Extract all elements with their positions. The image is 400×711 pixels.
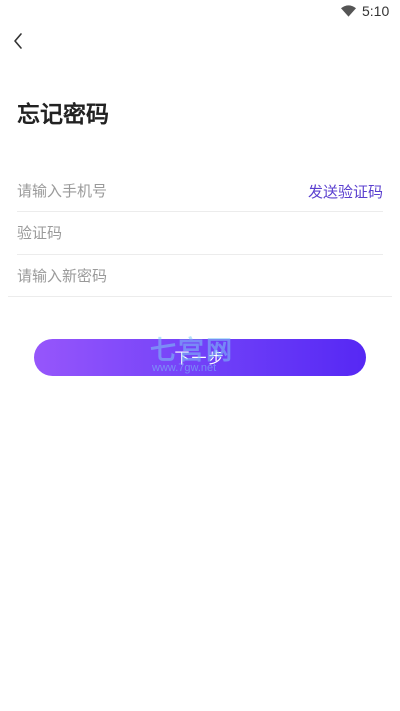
phone-input[interactable] <box>17 182 277 200</box>
page-title: 忘记密码 <box>17 102 109 128</box>
verification-code-input[interactable] <box>17 224 277 242</box>
next-button[interactable]: 下一步 <box>34 339 366 376</box>
back-button[interactable] <box>8 29 32 53</box>
divider <box>17 211 383 212</box>
new-password-field-row <box>17 256 383 296</box>
phone-field-row: 发送验证码 <box>17 171 383 211</box>
code-field-row <box>17 213 383 253</box>
new-password-input[interactable] <box>17 267 277 285</box>
status-bar: 5:10 <box>0 0 400 24</box>
divider <box>8 296 392 297</box>
wifi-icon <box>341 5 356 17</box>
send-code-button[interactable]: 发送验证码 <box>308 181 383 202</box>
status-time: 5:10 <box>362 3 390 19</box>
divider <box>17 254 383 255</box>
chevron-left-icon <box>14 33 22 49</box>
